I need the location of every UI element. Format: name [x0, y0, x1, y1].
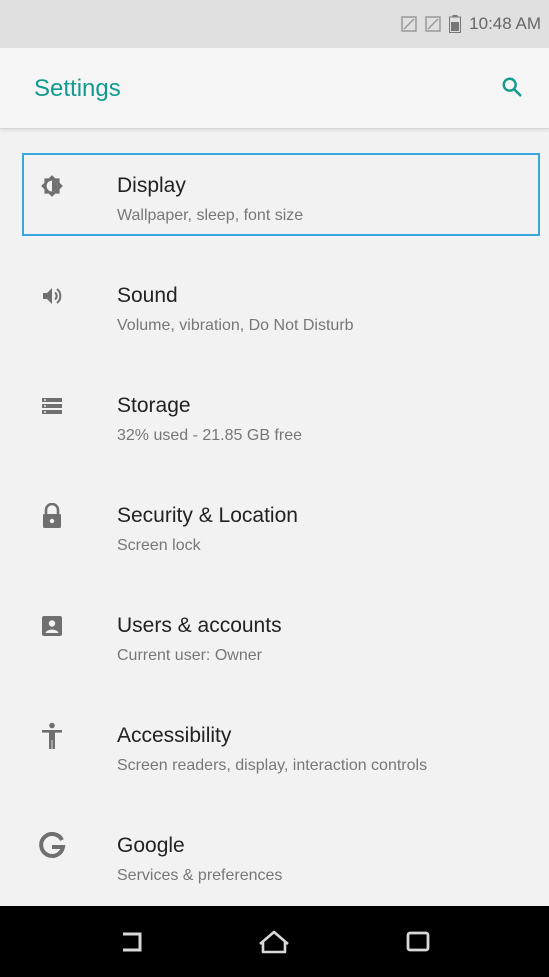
settings-item-title: Users & accounts: [117, 614, 282, 637]
navigation-bar: [0, 906, 549, 977]
brightness-icon: [34, 168, 70, 204]
lock-icon: [34, 498, 70, 534]
settings-item-security[interactable]: Security & Location Screen lock: [0, 460, 549, 570]
accessibility-icon: [34, 718, 70, 754]
settings-item-subtitle: Current user: Owner: [117, 647, 262, 664]
battery-icon: [449, 15, 462, 33]
settings-item-subtitle: 32% used - 21.85 GB free: [117, 427, 302, 444]
google-icon: [34, 828, 70, 864]
storage-icon: [34, 388, 70, 424]
back-icon: [123, 932, 142, 952]
settings-item-subtitle: Services & preferences: [117, 867, 283, 884]
signal-icon: [425, 16, 441, 32]
settings-item-title: Storage: [117, 394, 191, 417]
settings-item-accessibility[interactable]: Accessibility Screen readers, display, i…: [0, 680, 549, 790]
settings-item-title: Sound: [117, 284, 178, 307]
settings-item-subtitle: Screen lock: [117, 537, 201, 554]
settings-item-title: Security & Location: [117, 504, 298, 527]
search-icon: [502, 77, 522, 97]
settings-item-subtitle: Volume, vibration, Do Not Disturb: [117, 317, 354, 334]
settings-item-title: Accessibility: [117, 724, 232, 747]
settings-item-storage[interactable]: Storage 32% used - 21.85 GB free: [0, 350, 549, 460]
settings-item-title: Google: [117, 834, 185, 857]
app-bar: Settings: [0, 48, 549, 129]
volume-icon: [34, 278, 70, 314]
settings-item-subtitle: Screen readers, display, interaction con…: [117, 757, 428, 774]
page-title: Settings: [34, 75, 121, 102]
back-button[interactable]: [112, 922, 152, 962]
settings-item-users-accounts[interactable]: Users & accounts Current user: Owner: [0, 570, 549, 680]
home-button[interactable]: [254, 922, 294, 962]
recents-icon: [406, 931, 430, 952]
status-time: 10:48 AM: [469, 14, 541, 33]
home-icon: [259, 930, 289, 954]
settings-item-title: Display: [117, 174, 186, 197]
settings-item-google[interactable]: Google Services & preferences: [0, 790, 549, 900]
search-button[interactable]: [495, 70, 529, 104]
settings-item-subtitle: Wallpaper, sleep, font size: [117, 207, 304, 224]
account-icon: [34, 608, 70, 644]
settings-item-display[interactable]: Display Wallpaper, sleep, font size: [0, 130, 549, 240]
settings-item-sound[interactable]: Sound Volume, vibration, Do Not Disturb: [0, 240, 549, 350]
status-bar: 10:48 AM: [0, 0, 549, 48]
signal-icon: [401, 16, 417, 32]
recents-button[interactable]: [398, 922, 438, 962]
